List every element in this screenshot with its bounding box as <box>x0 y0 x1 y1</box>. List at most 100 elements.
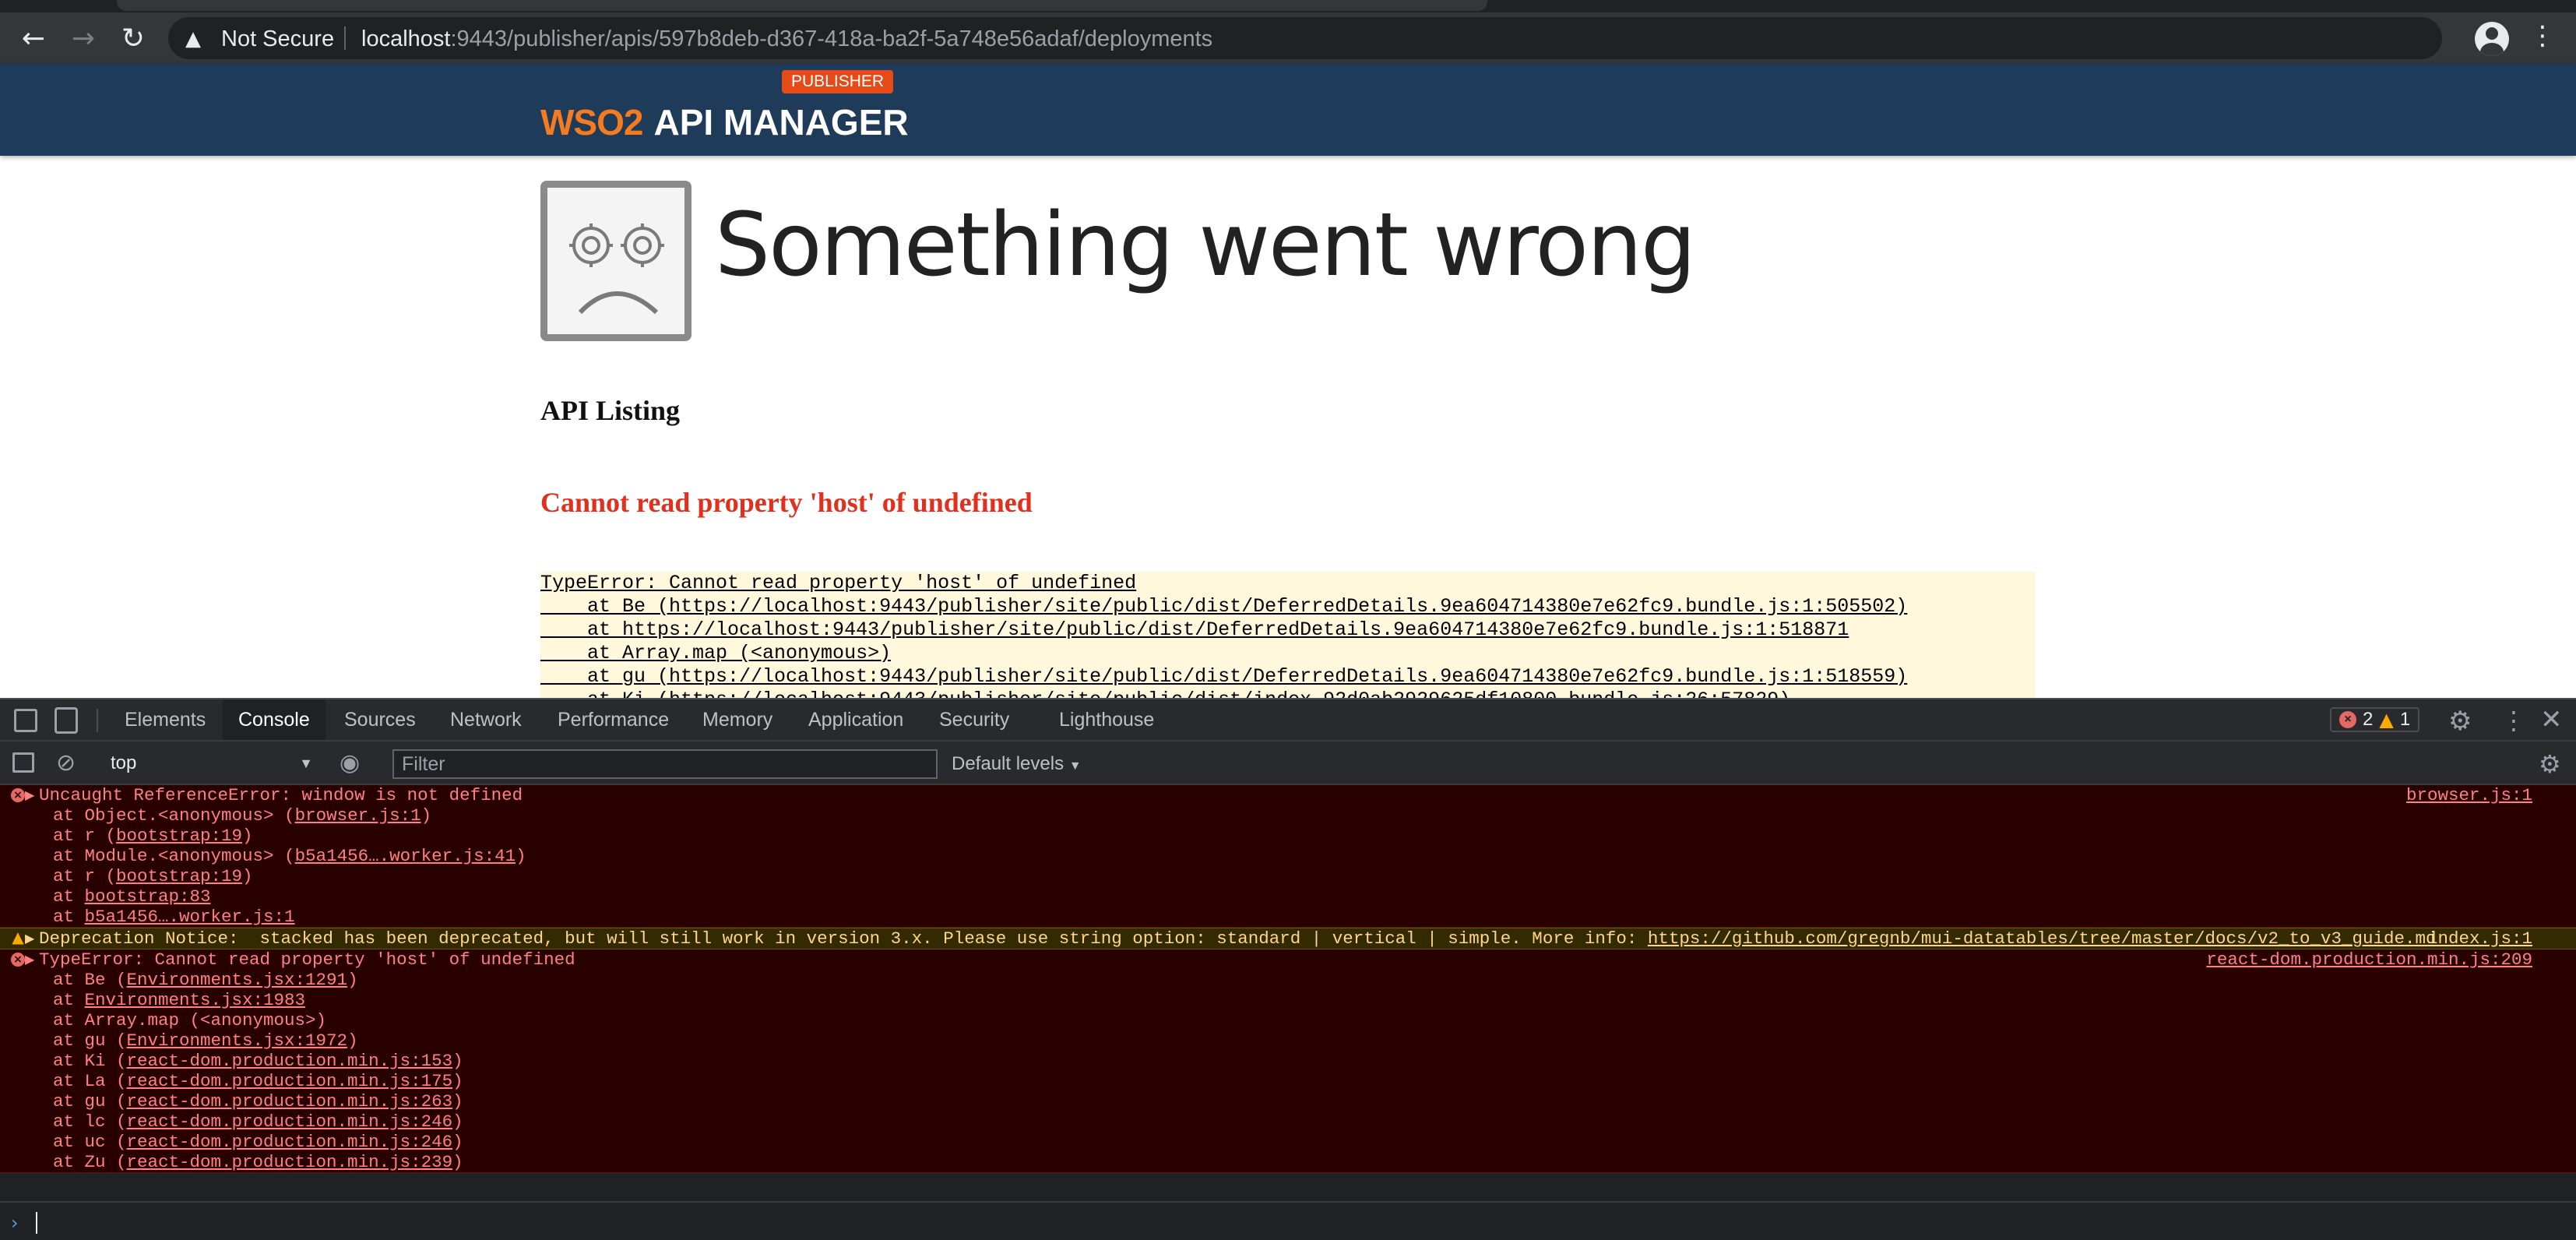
stack-frame: at La (react-dom.production.min.js:175) <box>0 1071 2576 1091</box>
stack-frame: at Array.map (<anonymous>) <box>0 1010 2576 1030</box>
frame-source-link[interactable]: b5a1456….worker.js:41 <box>295 846 516 866</box>
tab-security[interactable]: Security <box>939 699 1009 740</box>
console-error-message[interactable]: × ▶ Uncaught ReferenceError: window is not… <box>0 785 2576 928</box>
tab-network[interactable]: Network <box>450 699 522 740</box>
profile-avatar-icon[interactable] <box>2475 22 2509 56</box>
issue-counters[interactable]: × 2 ▲ 1 <box>2330 707 2420 732</box>
stack-frame: at Zu (react-dom.production.min.js:239) <box>0 1152 2576 1172</box>
publisher-badge: PUBLISHER <box>782 70 894 93</box>
frame-source-link[interactable]: react-dom.production.min.js:153 <box>127 1051 453 1071</box>
tab-application[interactable]: Application <box>808 699 903 740</box>
chevron-down-icon: ▼ <box>1068 759 1082 773</box>
expand-triangle-icon[interactable]: ▶ <box>25 928 34 949</box>
devtools-close-icon[interactable]: ✕ <box>2540 704 2563 735</box>
address-bar[interactable]: ▲ Not Secure localhost:9443/publisher/ap… <box>168 17 2442 59</box>
frame-source-link[interactable]: react-dom.production.min.js:246 <box>127 1132 453 1152</box>
log-levels-dropdown[interactable]: Default levels ▼ <box>952 749 1082 779</box>
tab-performance[interactable]: Performance <box>558 699 669 740</box>
tab-lighthouse[interactable]: Lighthouse <box>1059 699 1154 740</box>
back-arrow-icon[interactable]: ← <box>14 19 53 58</box>
stack-line: at Ki (https://localhost:9443/publisher/… <box>540 689 2036 698</box>
message-body: TypeError: Cannot read property 'host' o… <box>39 949 575 970</box>
warning-icon[interactable]: ▲ <box>185 27 201 51</box>
frame-suffix: ) <box>452 1111 463 1132</box>
expand-triangle-icon[interactable]: ▶ <box>25 949 34 970</box>
context-value: top <box>111 752 137 773</box>
stack-frame: at lc (react-dom.production.min.js:246) <box>0 1111 2576 1132</box>
stack-line: TypeError: Cannot read property 'host' o… <box>540 572 1137 594</box>
expand-triangle-icon[interactable]: ▶ <box>25 785 34 805</box>
stack-line: at Be (https://localhost:9443/publisher/… <box>540 595 1908 618</box>
frame-source-link[interactable]: react-dom.production.min.js:239 <box>127 1152 453 1172</box>
frame-source-link[interactable]: Environments.jsx:1291 <box>127 970 348 990</box>
frame-source-link[interactable]: react-dom.production.min.js:263 <box>127 1091 453 1111</box>
clear-console-icon[interactable]: ⊘ <box>56 749 76 777</box>
console-messages[interactable]: × ▶ Uncaught ReferenceError: window is not… <box>0 785 2576 1201</box>
frame-source-link[interactable]: bootstrap:19 <box>116 866 242 886</box>
forward-arrow-icon[interactable]: → <box>64 19 103 58</box>
console-filter-input[interactable] <box>392 749 938 779</box>
frame-prefix: at <box>53 990 85 1010</box>
frame-prefix: at Object.<anonymous> ( <box>53 805 295 826</box>
browser-menu-icon[interactable]: ⋮ <box>2529 20 2556 51</box>
active-tab[interactable] <box>117 0 1487 11</box>
frame-source-link[interactable]: Environments.jsx:1983 <box>85 990 306 1010</box>
message-body: Uncaught ReferenceError: window is not d… <box>39 785 523 805</box>
inspect-element-icon[interactable] <box>14 709 37 732</box>
message-text: Deprecation Notice: stacked has been dep… <box>0 928 2576 949</box>
security-label[interactable]: Not Secure <box>221 26 334 52</box>
context-selector[interactable]: top ▼ <box>100 751 318 776</box>
stack-frame: at gu (Environments.jsx:1972) <box>0 1030 2576 1051</box>
devtools-more-icon[interactable]: ⋮ <box>2501 706 2526 735</box>
frame-prefix: at uc ( <box>53 1132 127 1152</box>
browser-tab-strip <box>0 0 2576 12</box>
devtools-settings-gear-icon[interactable]: ⚙ <box>2448 706 2472 737</box>
warning-count: 1 <box>2399 709 2411 730</box>
stack-frame: at r (bootstrap:19) <box>0 826 2576 846</box>
frame-source-link[interactable]: bootstrap:83 <box>85 886 211 907</box>
reload-icon[interactable]: ↻ <box>114 19 153 58</box>
stack-frame: at Object.<anonymous> (browser.js:1) <box>0 805 2576 826</box>
stack-frame: at r (bootstrap:19) <box>0 866 2576 886</box>
frame-prefix: at <box>53 886 85 907</box>
console-error-message[interactable]: × ▶ TypeError: Cannot read property 'host'… <box>0 949 2576 1173</box>
tab-elements[interactable]: Elements <box>125 699 206 740</box>
console-settings-gear-icon[interactable]: ⚙ <box>2539 749 2561 779</box>
chevron-down-icon: ▼ <box>299 756 313 771</box>
browser-toolbar: ← → ↻ ▲ Not Secure localhost:9443/publis… <box>0 12 2576 64</box>
frame-source-link[interactable]: b5a1456….worker.js:1 <box>85 907 295 927</box>
stack-frame: at b5a1456….worker.js:1 <box>0 907 2576 927</box>
frame-prefix: at lc ( <box>53 1111 127 1132</box>
frame-prefix: at <box>53 907 85 927</box>
url-text[interactable]: localhost:9443/publisher/apis/597b8deb-d… <box>361 26 1212 52</box>
frame-prefix: at gu ( <box>53 1091 127 1111</box>
message-source-link[interactable]: index.js:1 <box>2427 928 2532 949</box>
tab-sources[interactable]: Sources <box>344 699 416 740</box>
frame-source-link[interactable]: react-dom.production.min.js:246 <box>127 1111 453 1132</box>
frame-suffix: ) <box>421 805 432 826</box>
live-expression-eye-icon[interactable]: ◉ <box>340 749 360 777</box>
frame-prefix: at r ( <box>53 826 117 846</box>
frame-source-link[interactable]: Environments.jsx:1972 <box>127 1030 348 1051</box>
message-source-link[interactable]: browser.js:1 <box>2406 785 2532 805</box>
console-sidebar-toggle-icon[interactable] <box>12 752 34 773</box>
frame-source-link[interactable]: react-dom.production.min.js:175 <box>127 1071 453 1091</box>
device-toolbar-icon[interactable] <box>55 707 78 734</box>
console-prompt[interactable]: › <box>0 1201 2576 1240</box>
message-text: TypeError: Cannot read property 'host' o… <box>0 949 2576 970</box>
devtools-panel: Elements Console Sources Network Perform… <box>0 698 2576 1240</box>
console-warning-message[interactable]: ▲ ▶ Deprecation Notice: stacked has been d… <box>0 928 2576 949</box>
frame-suffix: ) <box>452 1132 463 1152</box>
message-source-link[interactable]: react-dom.production.min.js:209 <box>2206 949 2532 970</box>
frame-suffix: ) <box>242 826 253 846</box>
tab-memory[interactable]: Memory <box>702 699 772 740</box>
frame-source-link[interactable]: bootstrap:19 <box>116 826 242 846</box>
wso2-logo[interactable]: WSO2 API MANAGER <box>540 93 909 140</box>
frame-prefix: at Zu ( <box>53 1152 127 1172</box>
frame-prefix: at gu ( <box>53 1030 127 1051</box>
stack-trace: TypeError: Cannot read property 'host' o… <box>540 572 2036 698</box>
frame-prefix: at r ( <box>53 866 117 886</box>
tab-console[interactable]: Console <box>223 699 326 740</box>
frame-source-link[interactable]: browser.js:1 <box>295 805 421 826</box>
message-link[interactable]: https://github.com/gregnb/mui-datatables… <box>1648 928 2437 949</box>
